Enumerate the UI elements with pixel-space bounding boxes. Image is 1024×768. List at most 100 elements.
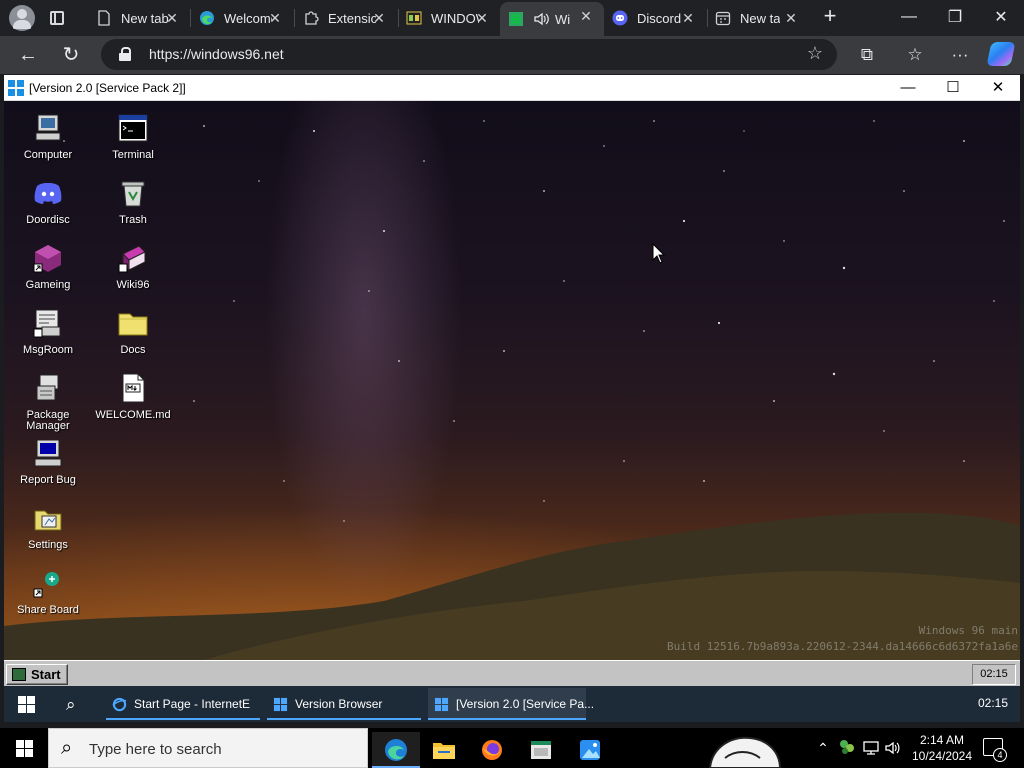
desktop-icon-msgroom[interactable]: MsgRoom xyxy=(6,307,90,356)
desktop-icon-terminal[interactable]: Terminal xyxy=(91,112,175,161)
markdown-file-icon xyxy=(122,373,145,403)
host-taskbar: ⌕ Type here to search ⌃ 2:14 AM 10/24/20… xyxy=(0,728,1024,768)
edge-icon xyxy=(200,11,214,25)
desktop-icon-computer[interactable]: Computer xyxy=(6,112,90,161)
desktop-icon-wiki96[interactable]: Wiki96 xyxy=(91,242,175,291)
volume-icon[interactable] xyxy=(884,739,902,757)
more-menu-icon[interactable]: ··· xyxy=(948,43,972,67)
profile-avatar[interactable] xyxy=(9,5,35,31)
host-start-windows-icon[interactable] xyxy=(16,740,33,757)
favorites-icon[interactable]: ☆ xyxy=(903,43,927,67)
close-tab-icon[interactable]: ✕ xyxy=(267,10,283,26)
vm-task-version-window[interactable]: [Version 2.0 [Service Pa... xyxy=(428,688,594,720)
desktop-icon-share-board[interactable]: Share Board xyxy=(6,567,90,616)
icon-label: Computer xyxy=(23,149,73,161)
window-minimize-icon[interactable]: — xyxy=(886,75,930,101)
window-title: [Version 2.0 [Service Pack 2]] xyxy=(29,81,186,95)
w96-clock[interactable]: 02:15 xyxy=(972,664,1016,685)
w96-start-label: Start xyxy=(31,667,61,682)
tab-actions-icon xyxy=(50,11,64,25)
tray-chevron-up-icon[interactable]: ⌃ xyxy=(812,728,834,768)
window-close-icon[interactable]: ✕ xyxy=(976,75,1020,101)
tab-actions-button[interactable] xyxy=(43,4,71,32)
windows-logo-icon xyxy=(434,697,449,712)
taskbar-pin-photos[interactable] xyxy=(566,732,614,768)
lock-icon[interactable] xyxy=(119,47,131,61)
address-bar[interactable]: https://windows96.net ☆ xyxy=(101,39,837,70)
desktop-icon-package-manager[interactable]: Package Manager xyxy=(6,372,90,432)
tab-label: Extensions xyxy=(328,10,376,26)
back-arrow-icon[interactable]: ← xyxy=(14,41,42,69)
vm-task-label: Start Page - InternetE xyxy=(134,697,251,711)
tab-extensions[interactable]: Extensions ✕ xyxy=(295,4,397,32)
puzzle-icon xyxy=(305,11,319,25)
desktop-icon-welcome-md[interactable]: WELCOME.md xyxy=(91,372,175,421)
close-window-icon[interactable]: ✕ xyxy=(978,0,1024,34)
favorite-star-icon[interactable]: ☆ xyxy=(807,43,823,64)
close-tab-icon[interactable]: ✕ xyxy=(578,8,594,24)
vm-task-start-page[interactable]: Start Page - InternetE xyxy=(106,688,260,720)
taskbar-pin-file-explorer[interactable] xyxy=(420,732,468,768)
trash-icon xyxy=(121,181,145,207)
desktop-icon-settings[interactable]: Settings xyxy=(6,502,90,551)
vm-taskbar: ⌕ Start Page - InternetE Version Browser… xyxy=(4,686,1020,722)
w96-start-button[interactable]: Start xyxy=(6,664,68,685)
gameing-icon xyxy=(33,245,61,273)
extensions-puzzle-icon[interactable]: ⧉ xyxy=(855,43,879,67)
vm-task-version-browser[interactable]: Version Browser xyxy=(267,688,421,720)
vm-task-label: Version Browser xyxy=(295,697,383,711)
tab-discord[interactable]: Discord ✕ xyxy=(604,4,706,32)
restore-window-icon[interactable]: ❐ xyxy=(932,0,978,34)
close-tab-icon[interactable]: ✕ xyxy=(164,10,180,26)
desktop-icon-doordisc[interactable]: Doordisc xyxy=(6,177,90,226)
host-search-placeholder: Type here to search xyxy=(89,741,222,758)
tab-windows96-active[interactable]: Wi ✕ xyxy=(500,2,604,36)
w96-start-icon xyxy=(12,668,26,681)
icon-label: Trash xyxy=(119,214,147,226)
taskbar-pin-edge[interactable] xyxy=(372,732,420,768)
browser-toolbar: ← ↻ https://windows96.net ☆ ⧉ ☆ ··· xyxy=(0,36,1024,74)
close-tab-icon[interactable]: ✕ xyxy=(783,10,799,26)
terminal-icon xyxy=(118,114,148,142)
tray-app-icon[interactable] xyxy=(838,738,856,756)
internet-explorer-icon xyxy=(112,697,127,712)
copilot-icon[interactable] xyxy=(986,42,1016,66)
tab-windows[interactable]: WINDOWS ✕ xyxy=(398,4,500,32)
host-search-box[interactable]: ⌕ Type here to search xyxy=(48,728,368,768)
vm-clock[interactable]: 02:15 xyxy=(978,696,1008,710)
minimize-window-icon[interactable]: — xyxy=(886,0,932,34)
tab-welcome[interactable]: Welcome ✕ xyxy=(191,4,293,32)
close-tab-icon[interactable]: ✕ xyxy=(680,10,696,26)
window-titlebar[interactable]: [Version 2.0 [Service Pack 2]] — ☐ ✕ xyxy=(4,75,1020,101)
tab-new-tab-2[interactable]: New tab ✕ xyxy=(707,4,809,32)
taskbar-pin-app[interactable] xyxy=(517,732,565,768)
desktop-icon-docs[interactable]: Docs xyxy=(91,307,175,356)
tab-new-tab-1[interactable]: New tab ✕ xyxy=(88,4,190,32)
speaker-icon[interactable] xyxy=(533,11,549,27)
host-time: 2:14 AM xyxy=(919,733,965,747)
tab-label: New tab xyxy=(121,10,169,26)
windows-logo-icon xyxy=(273,697,288,712)
package-manager-icon xyxy=(36,374,59,401)
desktop-icon-gameing[interactable]: Gameing xyxy=(6,242,90,291)
vm-start-windows-icon[interactable] xyxy=(18,696,35,713)
new-tab-plus-icon[interactable]: + xyxy=(818,5,842,29)
icon-label: Doordisc xyxy=(26,214,70,226)
close-tab-icon[interactable]: ✕ xyxy=(474,10,490,26)
refresh-icon[interactable]: ↻ xyxy=(57,41,85,69)
vm-task-label: [Version 2.0 [Service Pa... xyxy=(456,697,595,711)
windows96-icon xyxy=(509,12,523,26)
app-icon xyxy=(406,11,422,25)
window-maximize-icon[interactable]: ☐ xyxy=(931,75,975,101)
vm-search-icon[interactable]: ⌕ xyxy=(66,695,86,715)
url-text[interactable]: https://windows96.net xyxy=(149,46,284,62)
close-tab-icon[interactable]: ✕ xyxy=(371,10,387,26)
network-icon[interactable] xyxy=(862,739,880,757)
desktop-icon-report-bug[interactable]: Report Bug xyxy=(6,437,90,486)
desktop-icon-trash[interactable]: Trash xyxy=(91,177,175,226)
taskbar-pin-firefox[interactable] xyxy=(468,732,516,768)
host-clock[interactable]: 2:14 AM 10/24/2024 xyxy=(910,732,974,764)
search-icon: ⌕ xyxy=(61,737,73,759)
doordisc-icon xyxy=(34,183,62,204)
desktop-area[interactable]: Computer Doordisc Gameing MsgRoom Packag… xyxy=(4,101,1020,660)
